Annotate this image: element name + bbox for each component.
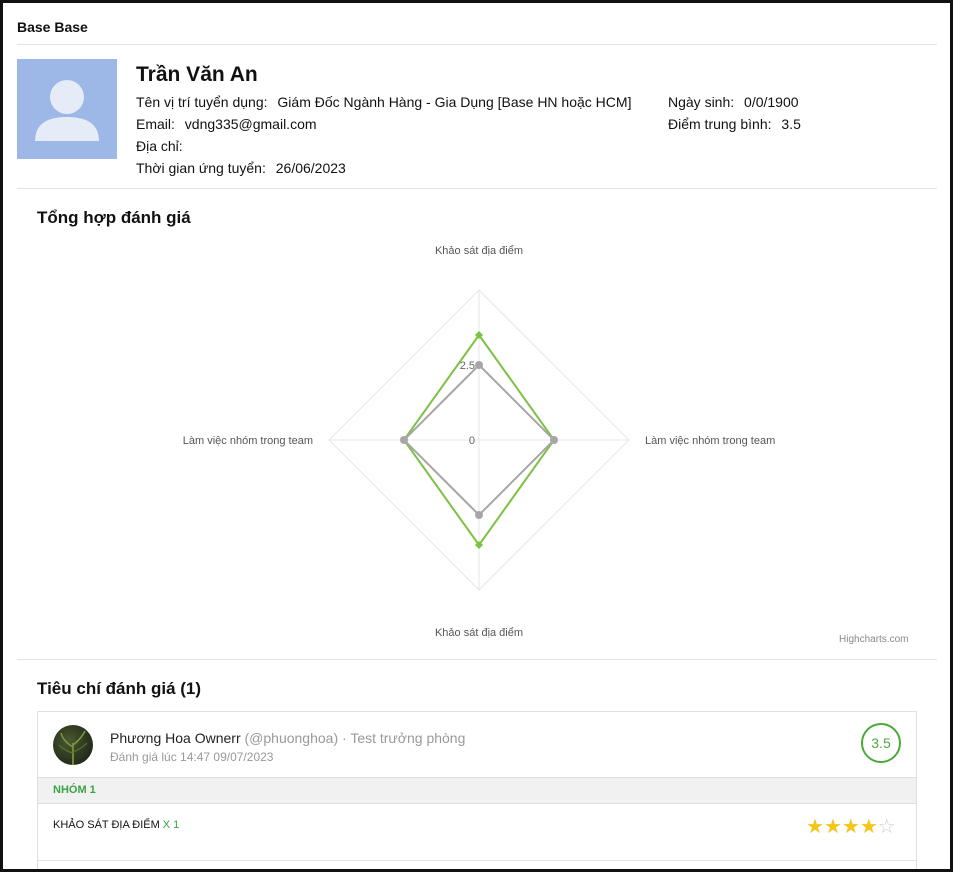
radar-category-label: Làm việc nhóm trong team xyxy=(645,435,775,447)
review-card: Phương Hoa Ownerr (@phuonghoa) · Test tr… xyxy=(37,711,917,869)
radar-category-label: Làm việc nhóm trong team xyxy=(183,435,313,447)
criterion-row: KHẢO SÁT ĐỊA ĐIỂM X 1 xyxy=(53,819,179,831)
reviewer-avatar[interactable] xyxy=(53,725,93,765)
reviewer-role: · Test trưởng phòng xyxy=(342,730,466,746)
average-score-value: 3.5 xyxy=(781,116,801,132)
page-title: Base Base xyxy=(17,19,88,35)
chart-credits[interactable]: Highcharts.com xyxy=(839,634,908,645)
radar-chart: 02.5Khảo sát địa điểmLàm việc nhóm trong… xyxy=(183,245,775,639)
star-filled-icon[interactable]: ★ xyxy=(860,816,878,838)
radar-point xyxy=(475,361,483,369)
radar-category-label: Khảo sát địa điểm xyxy=(435,245,523,257)
email-label: Email: xyxy=(136,116,175,132)
radar-tick-label: 0 xyxy=(469,435,475,447)
app-frame: Base Base Trần Văn An Tên vị trí tuyển d… xyxy=(0,0,953,872)
position-row: Tên vị trí tuyển dụng: Giám Đốc Ngành Hà… xyxy=(136,94,631,110)
page-header: Base Base xyxy=(17,19,937,45)
star-filled-icon[interactable]: ★ xyxy=(842,816,860,838)
avatar xyxy=(17,59,117,159)
review-score-badge: 3.5 xyxy=(861,723,901,763)
position-label: Tên vị trí tuyển dụng: xyxy=(136,94,268,110)
applied-label: Thời gian ứng tuyển: xyxy=(136,160,266,176)
group-header: NHÓM 1 xyxy=(38,777,916,804)
address-row: Địa chỉ: xyxy=(136,138,189,154)
dob-row: Ngày sinh: 0/0/1900 xyxy=(668,94,799,110)
reviewer-name[interactable]: Phương Hoa Ownerr xyxy=(110,730,241,746)
criteria-title: Tiêu chí đánh giá (1) xyxy=(37,679,202,698)
radar-point xyxy=(400,436,408,444)
star-empty-icon[interactable]: ☆ xyxy=(878,816,896,838)
reviewer-handle: (@phuonghoa) xyxy=(244,730,339,746)
candidate-profile: Trần Văn An Tên vị trí tuyển dụng: Giám … xyxy=(17,59,937,189)
star-filled-icon[interactable]: ★ xyxy=(806,816,824,838)
star-rating: ★★★★☆ xyxy=(806,814,896,839)
average-score-label: Điểm trung bình: xyxy=(668,116,772,132)
address-label: Địa chỉ: xyxy=(136,138,183,154)
email-row: Email: vdng335@gmail.com xyxy=(136,116,317,132)
position-value: Giám Đốc Ngành Hàng - Gia Dụng [Base HN … xyxy=(277,94,632,110)
plant-photo-icon xyxy=(58,730,88,765)
email-value[interactable]: vdng335@gmail.com xyxy=(185,116,317,132)
radar-point xyxy=(550,436,558,444)
average-score-row: Điểm trung bình: 3.5 xyxy=(668,116,801,132)
candidate-name: Trần Văn An xyxy=(136,63,258,86)
dob-label: Ngày sinh: xyxy=(668,94,735,110)
applied-row: Thời gian ứng tuyển: 26/06/2023 xyxy=(136,160,346,176)
divider xyxy=(38,860,916,861)
summary-section: Tổng hợp đánh giá 0 2.5 Khảo sát địa điểm L… xyxy=(17,190,937,660)
user-placeholder-icon xyxy=(35,80,99,141)
radar-category-label: Khảo sát địa điểm xyxy=(435,627,523,639)
review-timestamp: Đánh giá lúc 14:47 09/07/2023 xyxy=(110,750,274,764)
criterion-label: KHẢO SÁT ĐỊA ĐIỂM xyxy=(53,819,160,831)
reviewer-line: Phương Hoa Ownerr (@phuonghoa) · Test tr… xyxy=(110,730,465,746)
applied-value: 26/06/2023 xyxy=(275,160,346,176)
radar-point xyxy=(475,511,483,519)
criterion-multiplier: X 1 xyxy=(162,819,180,831)
star-filled-icon[interactable]: ★ xyxy=(824,816,842,838)
dob-value: 0/0/1900 xyxy=(744,94,799,110)
